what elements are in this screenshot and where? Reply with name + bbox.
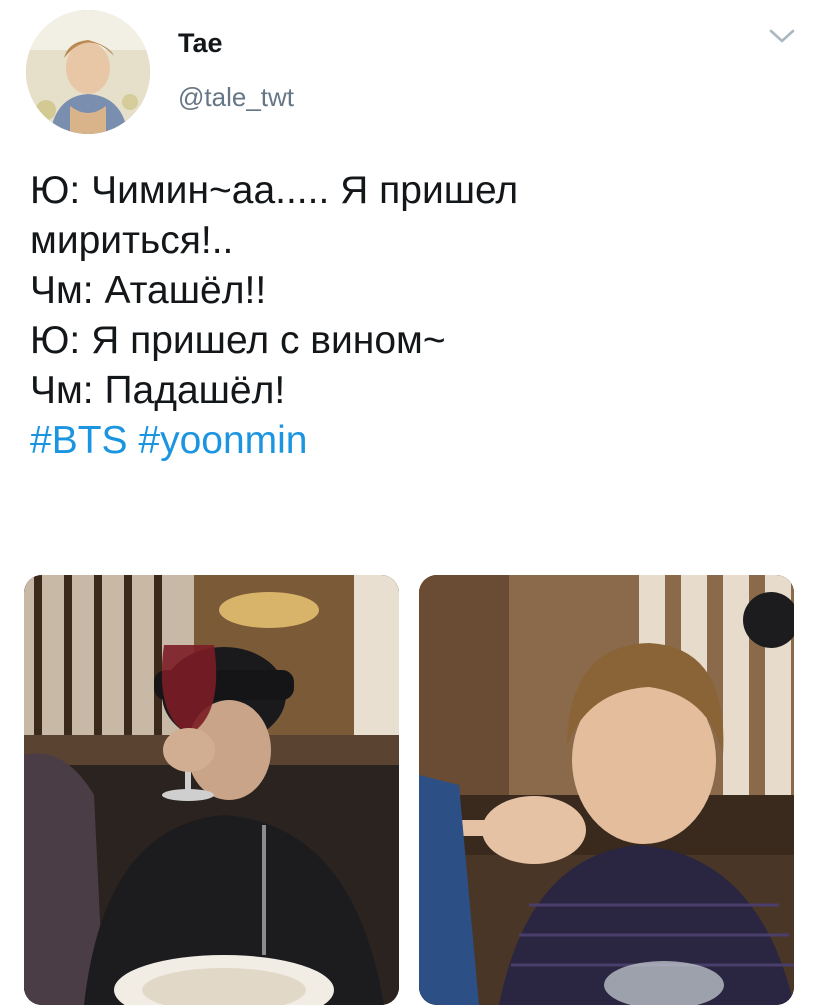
author-handle[interactable]: @tale_twt <box>178 82 294 112</box>
tweet-text-line: Чм: Падашёл! <box>30 369 286 412</box>
author-avatar[interactable] <box>26 10 150 134</box>
hashtag-link[interactable]: #BTS <box>30 419 128 462</box>
tweet: Tae @tale_twt Ю: Чимин~аа..... Я пришел … <box>0 0 818 1006</box>
hashtag-link[interactable]: #yoonmin <box>138 419 307 462</box>
media-photo[interactable] <box>24 575 399 1005</box>
tweet-text-line: мириться!.. <box>30 219 234 262</box>
author-info: Tae @tale_twt <box>178 28 294 112</box>
tweet-text-line: Ю: Чимин~аа..... Я пришел <box>30 169 519 212</box>
tweet-text-line: Ю: Я пришел с вином~ <box>30 319 446 362</box>
chevron-down-icon[interactable] <box>768 26 796 46</box>
avatar-photo <box>26 10 150 134</box>
author-display-name[interactable]: Tae <box>178 28 294 58</box>
photo-content <box>24 575 399 1005</box>
tweet-text-line: Чм: Аташёл!! <box>30 269 267 312</box>
media-grid <box>24 575 794 1005</box>
media-photo[interactable] <box>419 575 794 1005</box>
tweet-text: Ю: Чимин~аа..... Я пришел мириться!.. Чм… <box>30 166 800 466</box>
hashtag-row: #BTS #yoonmin <box>30 416 800 466</box>
photo-content <box>419 575 794 1005</box>
